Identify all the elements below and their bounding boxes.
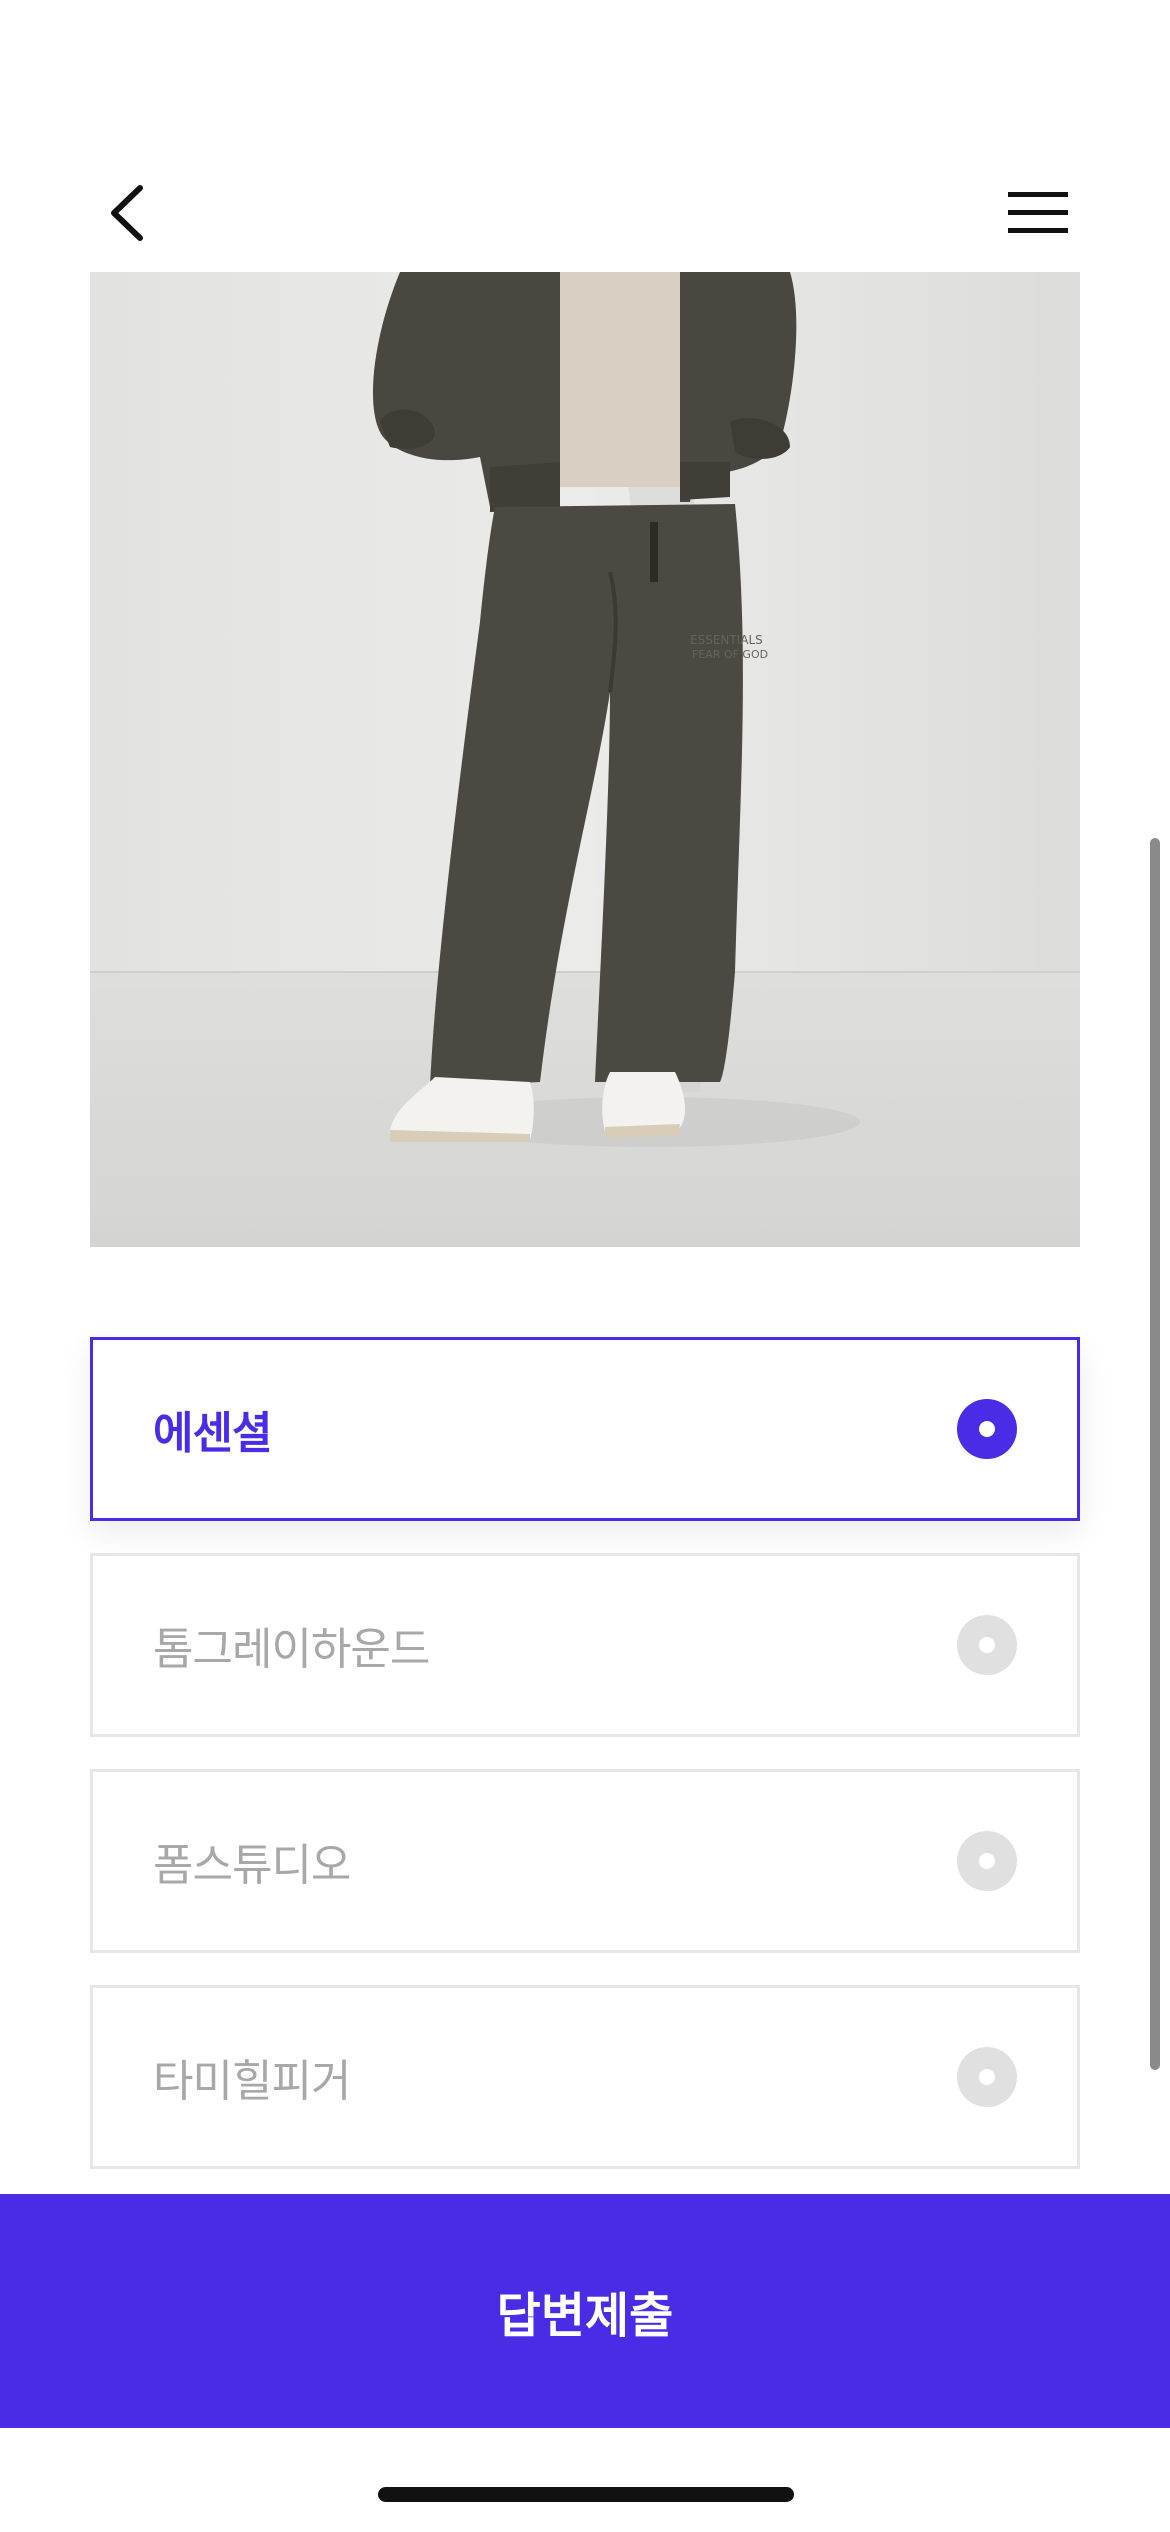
radio-unselected-icon — [957, 1831, 1017, 1891]
pants-print-line2: FEAR OF GOD — [692, 648, 768, 661]
radio-selected-icon — [957, 1399, 1017, 1459]
option-label: 타미힐피거 — [153, 2056, 351, 2107]
option-form-studio[interactable]: 폼스튜디오 — [90, 1769, 1080, 1953]
submit-answer-button[interactable]: 답변제출 — [0, 2194, 1170, 2428]
chevron-left-icon — [111, 185, 143, 241]
scrollbar[interactable] — [1150, 838, 1160, 2070]
menu-button[interactable] — [1000, 185, 1075, 240]
home-indicator[interactable] — [378, 2487, 794, 2502]
pants-print-line1: ESSENTIALS — [690, 633, 763, 647]
top-nav-bar — [0, 0, 1170, 272]
option-thom-greyhound[interactable]: 톰그레이하운드 — [90, 1553, 1080, 1737]
radio-unselected-icon — [957, 2047, 1017, 2107]
option-label: 폼스튜디오 — [153, 1840, 351, 1891]
radio-unselected-icon — [957, 1615, 1017, 1675]
option-essentials[interactable]: 에센셜 — [90, 1337, 1080, 1521]
option-tommy-hilfiger[interactable]: 타미힐피거 — [90, 1985, 1080, 2169]
option-label: 톰그레이하운드 — [153, 1624, 430, 1675]
hamburger-menu-icon — [1008, 192, 1068, 233]
back-button[interactable] — [100, 178, 160, 248]
product-image: ESSENTIALS FEAR OF GOD — [90, 272, 1080, 1247]
option-label: 에센셜 — [153, 1408, 272, 1459]
